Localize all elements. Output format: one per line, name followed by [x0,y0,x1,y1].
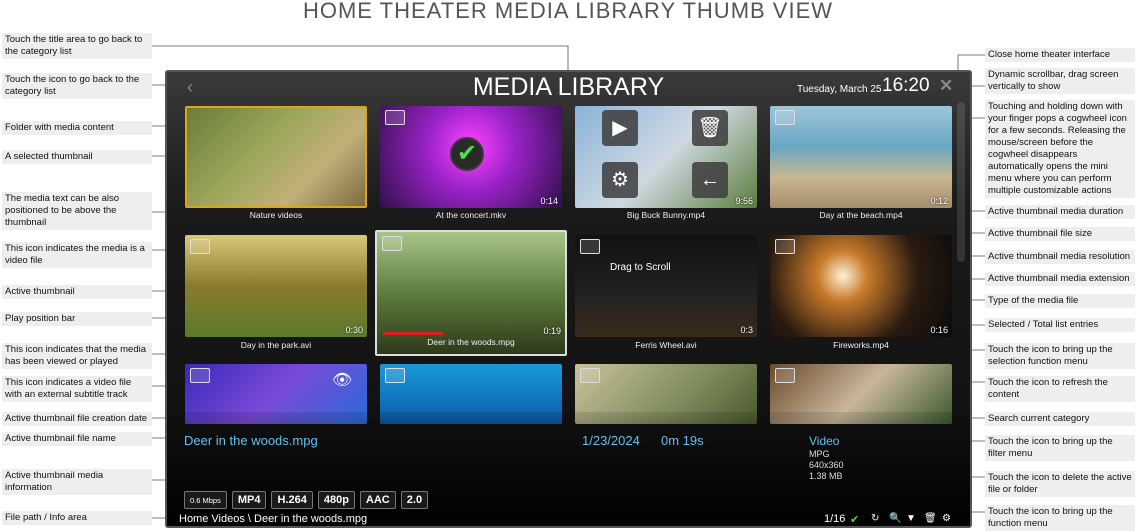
video-file-icon [580,368,600,383]
play-position-bar [383,332,443,335]
annotation: Active thumbnail media information [2,469,152,495]
viewed-eye-icon: 👁 [332,372,353,389]
video-file-icon [775,239,795,254]
annotation: Selected / Total list entries [985,318,1135,332]
info-backdrop [167,412,970,526]
folder-thumbnail[interactable] [185,106,367,208]
annotation: Active thumbnail [2,285,152,299]
active-file-type: Video [809,434,840,448]
active-file-extension: MPG [809,449,830,459]
video-thumbnail[interactable]: 0:12 [770,106,952,208]
video-thumbnail[interactable]: 0:16 [770,235,952,337]
thumbnail-caption: Fireworks.mp4 [833,340,889,350]
play-icon[interactable]: ▶ [602,110,638,146]
annotation: Active thumbnail file name [2,432,152,446]
video-file-icon [190,239,210,254]
annotation: Touch the icon to bring up the selection… [985,343,1135,369]
thumbnail-caption: Day in the park.avi [240,340,312,350]
video-file-icon [775,368,795,383]
annotation: File path / Info area [2,511,152,525]
annotation: The media text can be also positioned to… [2,192,152,230]
annotation: Active thumbnail media extension [985,272,1135,286]
media-info-badges: 0.6 Mbps MP4 H.264 480p AAC 2.0 [184,491,429,509]
back-arrow-icon[interactable]: ← [692,162,728,198]
active-thumbnail[interactable]: 0:19 Deer in the woods.mpg [375,230,567,356]
annotation: Touch the icon to go back to the categor… [2,73,152,99]
annotation: Touch the icon to refresh the content [985,376,1135,402]
page-heading: HOME THEATER MEDIA LIBRARY THUMB VIEW [302,0,834,23]
close-icon[interactable]: ✕ [939,76,953,96]
thumbnail-duration: 0:19 [543,326,561,336]
thumbnail-caption: Nature videos [249,210,303,220]
thumbnail-caption: At the concert.mkv [435,210,507,220]
file-path: Home Videos \ Deer in the woods.mpg [179,513,368,525]
thumbnail-caption: Deer in the woods.mpg [427,337,515,347]
annotation: Search current category [985,412,1135,426]
thumbnail-duration: 0:30 [345,325,363,335]
audio-channels-badge: 2.0 [400,491,429,509]
active-file-name: Deer in the woods.mpg [184,433,318,448]
media-library-screen: ‹ MEDIA LIBRARY Tuesday, March 25 16:20 … [165,70,972,528]
container-badge: MP4 [231,491,267,509]
annotation: This icon indicates a video file with an… [2,376,152,402]
search-icon[interactable]: 🔍 [889,513,901,524]
video-thumbnail[interactable]: 0:3 [575,235,757,337]
delete-icon[interactable]: 🗑 [924,513,937,524]
clock: 16:20 [882,75,930,96]
annotation: Type of the media file [985,294,1135,308]
thumbnail-duration: 0:3 [740,325,753,335]
subtitle-video-icon [190,368,210,383]
thumbnail-duration: 0:14 [540,196,558,206]
active-file-size: 1.38 MB [809,471,843,481]
video-file-icon [382,236,402,251]
video-file-icon [385,368,405,383]
annotation: Touch the icon to bring up the filter me… [985,435,1135,461]
active-file-duration: 0m 19s [661,433,704,448]
annotation: Play position bar [2,312,152,326]
drag-to-scroll-hint: Drag to Scroll [610,262,671,273]
annotation: Active thumbnail file creation date [2,412,152,426]
viewed-check-icon: ✔ [450,137,484,171]
resolution-badge: 480p [317,491,355,509]
thumbnail-caption: Ferris Wheel.avi [635,340,697,350]
gear-icon[interactable]: ⚙ [942,513,951,524]
refresh-icon[interactable]: ↻ [871,513,879,524]
annotation: Touch the icon to delete the active file… [985,471,1135,497]
annotation: Touch the icon to bring up the function … [985,505,1135,531]
codec-badge: H.264 [271,491,313,509]
annotation: Folder with media content [2,121,152,135]
video-file-icon [775,110,795,125]
annotation: Dynamic scrollbar, drag screen verticall… [985,68,1135,94]
video-thumbnail[interactable]: 0:30 [185,235,367,337]
video-file-icon [580,239,600,254]
thumbnail-duration: 0:12 [930,196,948,206]
annotation: Active thumbnail file size [985,227,1135,241]
annotation: Close home theater interface [985,48,1135,62]
date-label: Tuesday, March 25 [797,84,882,95]
thumbnail-caption: Big Buck Bunny.mp4 [626,210,706,220]
annotation: This icon indicates that the media has b… [2,343,152,369]
bitrate-badge: 0.6 Mbps [184,491,227,509]
annotation: This icon indicates the media is a video… [2,242,152,268]
video-file-icon [385,110,405,125]
scrollbar[interactable] [957,102,965,262]
delete-icon[interactable]: 🗑 [692,110,728,146]
audio-codec-badge: AAC [359,491,396,509]
selection-count: 1/16 [824,513,846,525]
active-file-resolution: 640x360 [809,460,844,470]
annotation: Active thumbnail media resolution [985,250,1135,264]
annotation: Touching and holding down with your fing… [985,100,1135,198]
thumbnail-caption: Day at the beach.mp4 [819,210,903,220]
active-file-date: 1/23/2024 [582,433,640,448]
gear-icon[interactable]: ⚙ [602,162,638,198]
annotation: A selected thumbnail [2,150,152,164]
annotation: Touch the title area to go back to the c… [2,33,152,59]
thumbnail-duration: 0:16 [930,325,948,335]
selection-check-icon[interactable]: ✔ [850,513,859,526]
filter-icon[interactable]: ▼ [906,513,916,524]
thumbnail-duration: 9:56 [735,196,753,206]
annotation: Active thumbnail media duration [985,205,1135,219]
